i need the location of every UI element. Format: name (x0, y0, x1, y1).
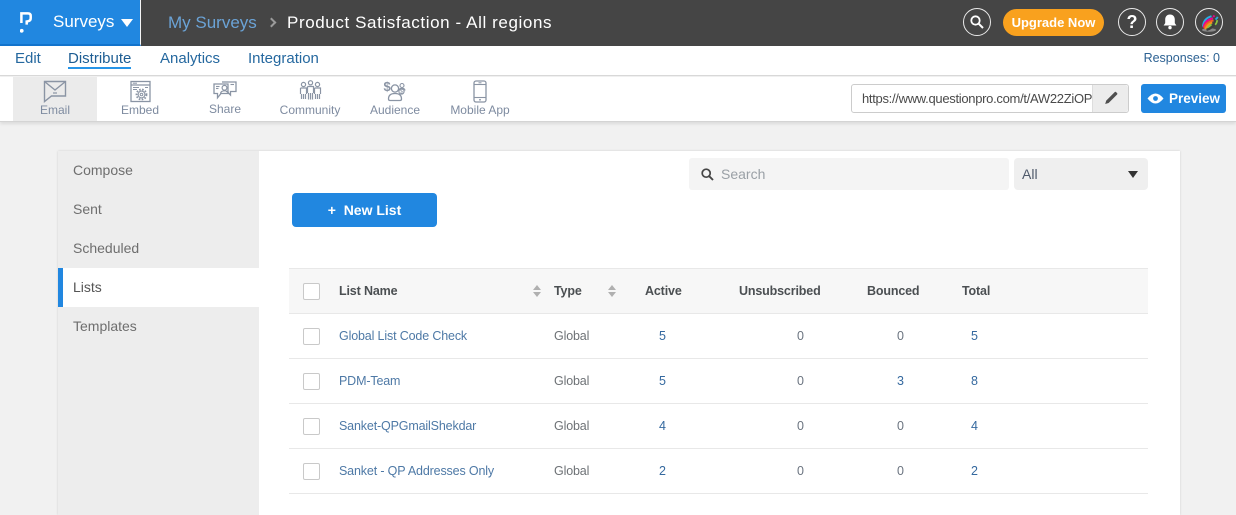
svg-text:$: $ (383, 80, 391, 94)
